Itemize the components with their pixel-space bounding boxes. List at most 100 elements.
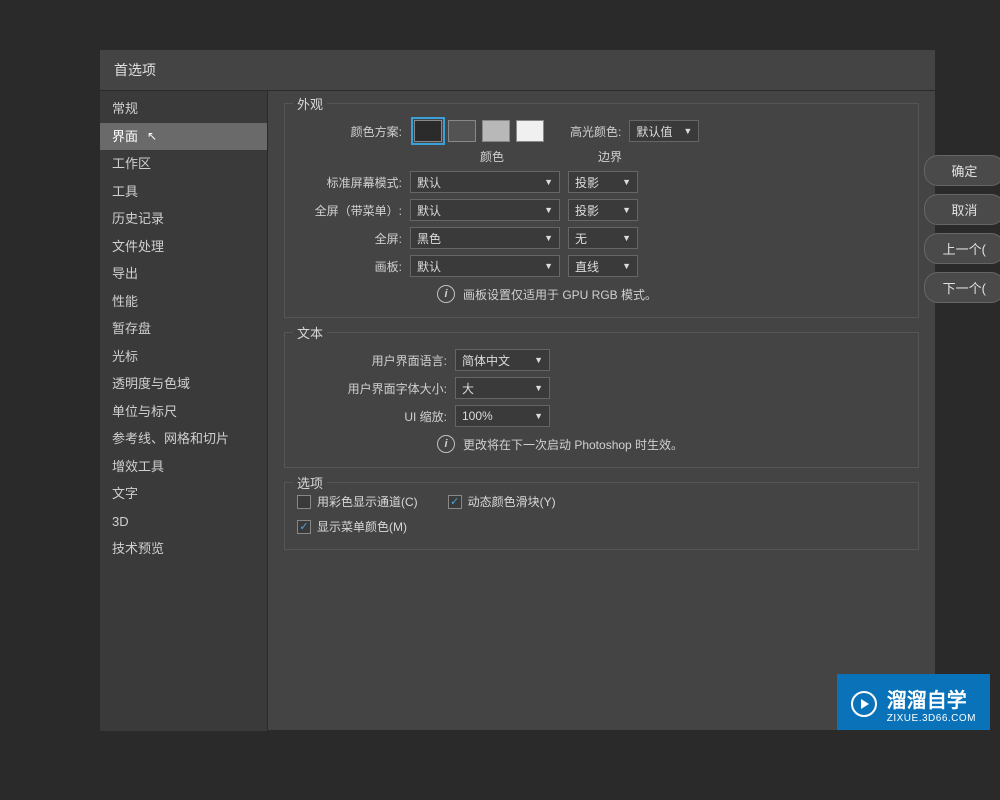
screen-mode-row: 全屏:黑色▼无▼ [297,227,906,249]
dialog-buttons: 确定 取消 上一个( 下一个( [924,155,1000,303]
play-icon [851,691,877,717]
sidebar-item[interactable]: 常规 [100,95,267,123]
select-value: 默认 [417,202,441,219]
chevron-down-icon: ▼ [622,233,631,243]
sidebar-item[interactable]: 增效工具 [100,453,267,481]
sidebar-item[interactable]: 3D [100,508,267,536]
sidebar-item[interactable]: 参考线、网格和切片 [100,425,267,453]
options-title: 选项 [293,473,327,492]
column-headers: 颜色 边界 [417,148,906,165]
chevron-down-icon: ▼ [534,411,543,421]
sidebar: 常规界面↖工作区工具历史记录文件处理导出性能暂存盘光标透明度与色域单位与标尺参考… [100,91,268,731]
swatch-white[interactable] [516,120,544,142]
next-button[interactable]: 下一个( [924,272,1000,303]
chevron-down-icon: ▼ [534,355,543,365]
checkbox-icon [297,495,311,509]
sidebar-item[interactable]: 文件处理 [100,233,267,261]
border-select[interactable]: 投影 ▼ [568,199,638,221]
mode-label: 标准屏幕模式: [297,174,402,191]
highlight-value: 默认值 [636,123,672,140]
screen-mode-row: 标准屏幕模式: 默认▼ 投影 ▼ [297,171,906,193]
ui-language-value: 简体中文 [462,352,510,369]
watermark: 溜溜自学 ZIXUE.3D66.COM [837,674,990,730]
screen-mode-row: 全屏（带菜单）:默认▼投影▼ [297,199,906,221]
sidebar-item[interactable]: 光标 [100,343,267,371]
sidebar-item[interactable]: 工作区 [100,150,267,178]
sidebar-item[interactable]: 单位与标尺 [100,398,267,426]
color-scheme-swatches [414,120,544,142]
ui-scale-row: UI 缩放: 100% ▼ [297,405,906,427]
appearance-note: 画板设置仅适用于 GPU RGB 模式。 [463,286,657,303]
checkbox-icon [297,520,311,534]
dynamic-sliders-checkbox[interactable]: 动态颜色滑块(Y) [448,493,556,510]
mode-label: 全屏: [297,230,402,247]
color-select[interactable]: 默认▼ [410,171,560,193]
info-icon: i [437,285,455,303]
col-color: 颜色 [417,148,567,165]
ui-font-row: 用户界面字体大小: 大 ▼ [297,377,906,399]
text-note: 更改将在下一次启动 Photoshop 时生效。 [463,436,683,453]
sidebar-item[interactable]: 界面↖ [100,123,267,151]
ui-font-label: 用户界面字体大小: [297,380,447,397]
ok-button[interactable]: 确定 [924,155,1000,186]
sidebar-item[interactable]: 技术预览 [100,535,267,563]
chevron-down-icon: ▼ [534,383,543,393]
ui-font-value: 大 [462,380,474,397]
ui-scale-value: 100% [462,409,493,423]
cursor-icon: ↖ [147,127,157,145]
sidebar-item[interactable]: 导出 [100,260,267,288]
color-select[interactable]: 默认 ▼ [410,255,560,277]
border-select[interactable]: 直线 ▼ [568,255,638,277]
chevron-down-icon: ▼ [544,205,553,215]
watermark-brand: 溜溜自学 [887,690,967,712]
watermark-url: ZIXUE.3D66.COM [887,713,976,724]
preferences-window: 首选项 常规界面↖工作区工具历史记录文件处理导出性能暂存盘光标透明度与色域单位与… [100,50,935,730]
swatch-mid[interactable] [448,120,476,142]
border-select[interactable]: 无▼ [568,227,638,249]
chevron-down-icon: ▼ [544,261,553,271]
screen-mode-row: 画板:默认▼直线▼ [297,255,906,277]
select-value: 投影 [575,202,599,219]
sidebar-item[interactable]: 历史记录 [100,205,267,233]
chevron-down-icon: ▼ [622,205,631,215]
dynamic-sliders-label: 动态颜色滑块(Y) [468,493,556,510]
chevron-down-icon: ▼ [544,233,553,243]
appearance-note-row: i 画板设置仅适用于 GPU RGB 模式。 [437,285,906,303]
select-value: 投影 [575,174,599,191]
sidebar-item[interactable]: 工具 [100,178,267,206]
show-menu-colors-checkbox[interactable]: 显示菜单颜色(M) [297,518,407,535]
highlight-select[interactable]: 默认值 ▼ [629,120,699,142]
select-value: 直线 [575,258,599,275]
chevron-down-icon: ▼ [622,261,631,271]
info-icon: i [437,435,455,453]
color-scheme-label: 颜色方案: [297,123,402,140]
body: 常规界面↖工作区工具历史记录文件处理导出性能暂存盘光标透明度与色域单位与标尺参考… [100,91,935,731]
color-select[interactable]: 黑色▼ [410,227,560,249]
ui-language-select[interactable]: 简体中文 ▼ [455,349,550,371]
appearance-title: 外观 [293,94,327,113]
swatch-light[interactable] [482,120,510,142]
text-title: 文本 [293,323,327,342]
color-select[interactable]: 默认 ▼ [410,199,560,221]
chevron-down-icon: ▼ [622,177,631,187]
sidebar-item[interactable]: 透明度与色域 [100,370,267,398]
select-value: 无 [575,230,587,247]
prev-button[interactable]: 上一个( [924,233,1000,264]
highlight-label: 高光颜色: [570,123,621,140]
swatch-dark[interactable] [414,120,442,142]
ui-scale-select[interactable]: 100% ▼ [455,405,550,427]
options-group: 选项 用彩色显示通道(C) 动态颜色滑块(Y) 显示菜单颜色(M) [284,482,919,550]
color-scheme-row: 颜色方案: 高光颜色: 默认值 ▼ [297,120,906,142]
select-value: 默认 [417,258,441,275]
ui-font-select[interactable]: 大 ▼ [455,377,550,399]
sidebar-item[interactable]: 性能 [100,288,267,316]
color-channels-checkbox[interactable]: 用彩色显示通道(C) [297,493,418,510]
cancel-button[interactable]: 取消 [924,194,1000,225]
color-channels-label: 用彩色显示通道(C) [317,493,418,510]
main-panel: 外观 颜色方案: 高光颜色: 默认值 ▼ [268,91,935,731]
sidebar-item[interactable]: 文字 [100,480,267,508]
show-menu-colors-label: 显示菜单颜色(M) [317,518,407,535]
border-select[interactable]: 投影 ▼ [568,171,638,193]
sidebar-item[interactable]: 暂存盘 [100,315,267,343]
col-border: 边界 [575,148,645,165]
